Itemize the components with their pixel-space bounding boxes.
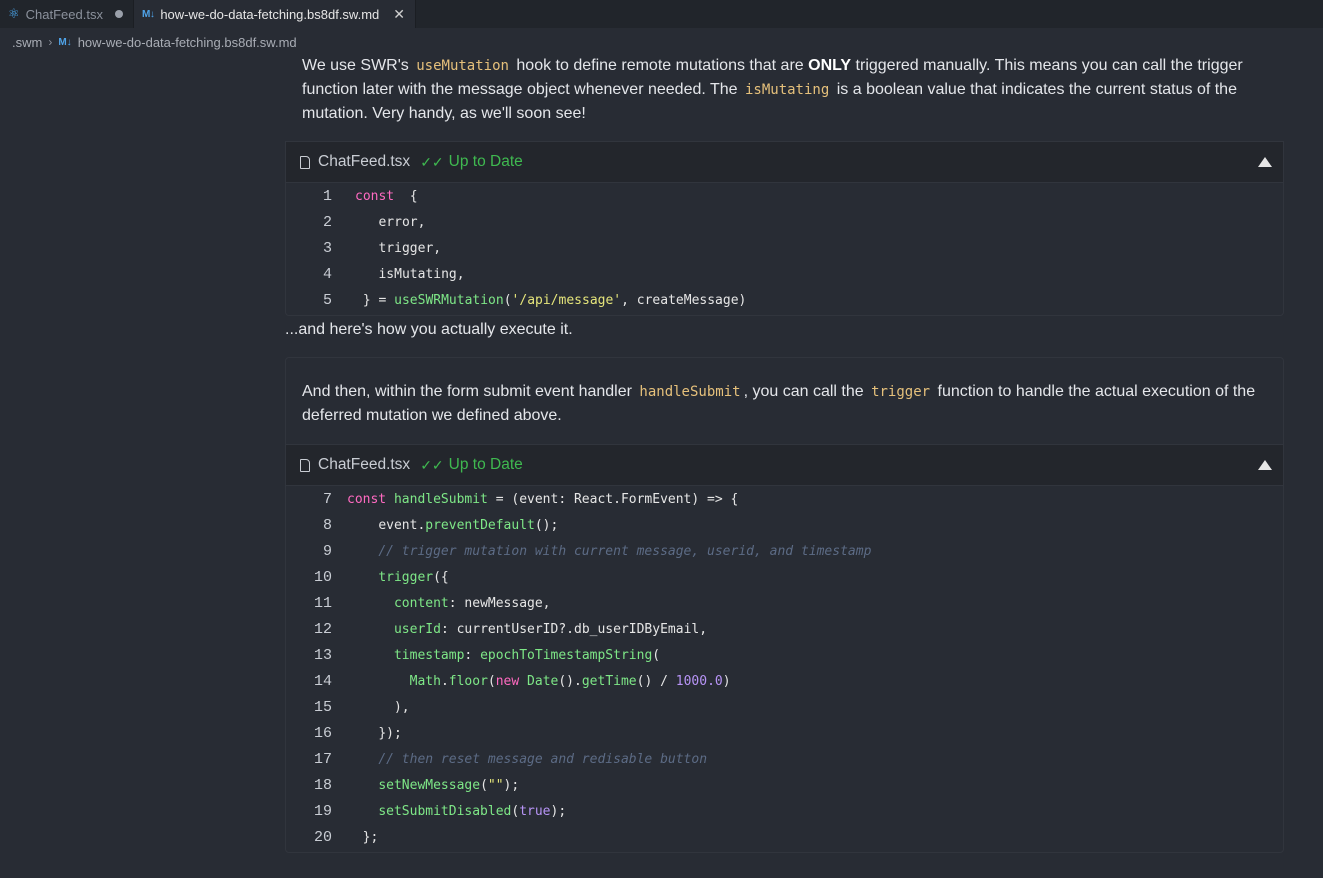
bold-text: ONLY: [808, 57, 852, 74]
code-text: error,: [378, 215, 426, 230]
code-text: setSubmitDisabled(true);: [378, 804, 567, 819]
code-text: const handleSubmit = (event: React.FormE…: [347, 492, 739, 507]
snippet-status: Up to Date: [448, 153, 523, 170]
inline-code: trigger: [871, 384, 931, 400]
tab-label: how-we-do-data-fetching.bs8df.sw.md: [160, 6, 380, 22]
inline-code: useMutation: [416, 58, 509, 74]
doc-paragraph: ...and here's how you actually execute i…: [285, 321, 573, 338]
unsaved-dot-icon[interactable]: [114, 10, 123, 18]
inline-code: isMutating: [744, 82, 830, 98]
code-text: content: newMessage,: [393, 596, 551, 611]
line-number: 9: [322, 543, 332, 560]
line-number: 19: [313, 803, 332, 820]
line-number: 14: [313, 673, 332, 690]
line-number: 2: [322, 214, 332, 231]
code-text: trigger,: [378, 241, 442, 256]
breadcrumb-file[interactable]: how-we-do-data-fetching.bs8df.sw.md: [78, 35, 297, 50]
snippet-header[interactable]: ChatFeed.tsx ✓✓ Up to Date: [286, 444, 1283, 486]
file-icon: [300, 155, 310, 169]
inline-code: handleSubmit: [639, 384, 741, 400]
react-icon: ⚛: [8, 6, 20, 21]
text: We use SWR's: [302, 57, 414, 74]
markdown-icon: M↓: [141, 8, 155, 20]
tab-label: ChatFeed.tsx: [25, 6, 103, 22]
line-number: 11: [313, 595, 332, 612]
snippet-status: Up to Date: [448, 456, 523, 473]
code-text: setNewMessage("");: [378, 778, 520, 793]
line-number: 12: [313, 621, 332, 638]
chevron-right-icon: ›: [48, 35, 53, 49]
check-double-icon: ✓✓: [420, 153, 444, 170]
code-text: isMutating,: [378, 267, 465, 282]
collapse-arrow-icon[interactable]: [1258, 460, 1272, 470]
code-text: const {: [355, 189, 418, 204]
code-text: Math.floor(new Date().getTime() / 1000.0…: [409, 674, 731, 689]
editor-tab-bar: ⚛ ChatFeed.tsx M↓ how-we-do-data-fetchin…: [0, 0, 1323, 28]
line-number: 5: [322, 292, 332, 309]
snippet-file-name[interactable]: ChatFeed.tsx: [318, 456, 410, 474]
line-number: 16: [313, 725, 332, 742]
code-text: // trigger mutation with current message…: [378, 544, 872, 559]
line-number: 4: [322, 266, 332, 283]
line-number: 18: [313, 777, 332, 794]
code-text: userId: currentUserID?.db_userIDByEmail,: [393, 622, 708, 637]
line-number: 7: [322, 491, 332, 508]
close-icon[interactable]: ✕: [393, 6, 405, 23]
markdown-icon: M↓: [58, 36, 72, 48]
file-icon: [300, 458, 310, 472]
line-number: 3: [322, 240, 332, 257]
code-text: trigger({: [378, 570, 449, 585]
text: And then, within the form submit event h…: [302, 383, 637, 400]
code-snippet-card: ChatFeed.tsx ✓✓ Up to Date 1 const { 2 err…: [285, 141, 1284, 316]
line-number: 20: [313, 829, 332, 846]
line-number: 8: [322, 517, 332, 534]
tab-chatfeed[interactable]: ⚛ ChatFeed.tsx: [0, 0, 134, 28]
text: hook to define remote mutations that are: [511, 57, 809, 74]
line-number: 1: [322, 188, 332, 205]
tab-markdown-doc[interactable]: M↓ how-we-do-data-fetching.bs8df.sw.md ✕: [133, 0, 417, 28]
code-text: } = useSWRMutation('/api/message', creat…: [362, 293, 747, 308]
snippet-file-name[interactable]: ChatFeed.tsx: [318, 153, 410, 171]
breadcrumb-folder[interactable]: .swm: [12, 35, 42, 50]
code-text: event.preventDefault();: [378, 518, 559, 533]
code-snippet-card: And then, within the form submit event h…: [285, 357, 1284, 853]
collapse-arrow-icon[interactable]: [1258, 157, 1272, 167]
line-number: 10: [313, 569, 332, 586]
text: , you can call the: [743, 383, 869, 400]
doc-paragraph: We use SWR's useMutation hook to define …: [302, 54, 1252, 126]
check-double-icon: ✓✓: [420, 456, 444, 473]
breadcrumb: .swm › M↓ how-we-do-data-fetching.bs8df.…: [12, 33, 297, 51]
code-text: ),: [393, 700, 410, 715]
code-text: // then reset message and redisable butt…: [378, 752, 708, 767]
snippet-header[interactable]: ChatFeed.tsx ✓✓ Up to Date: [286, 141, 1283, 183]
line-number: 13: [313, 647, 332, 664]
code-text: };: [362, 830, 379, 845]
code-text: });: [378, 726, 402, 741]
code-text: timestamp: epochToTimestampString(: [393, 648, 661, 663]
doc-paragraph: And then, within the form submit event h…: [302, 380, 1262, 428]
line-number: 17: [313, 751, 332, 768]
line-number: 15: [313, 699, 332, 716]
